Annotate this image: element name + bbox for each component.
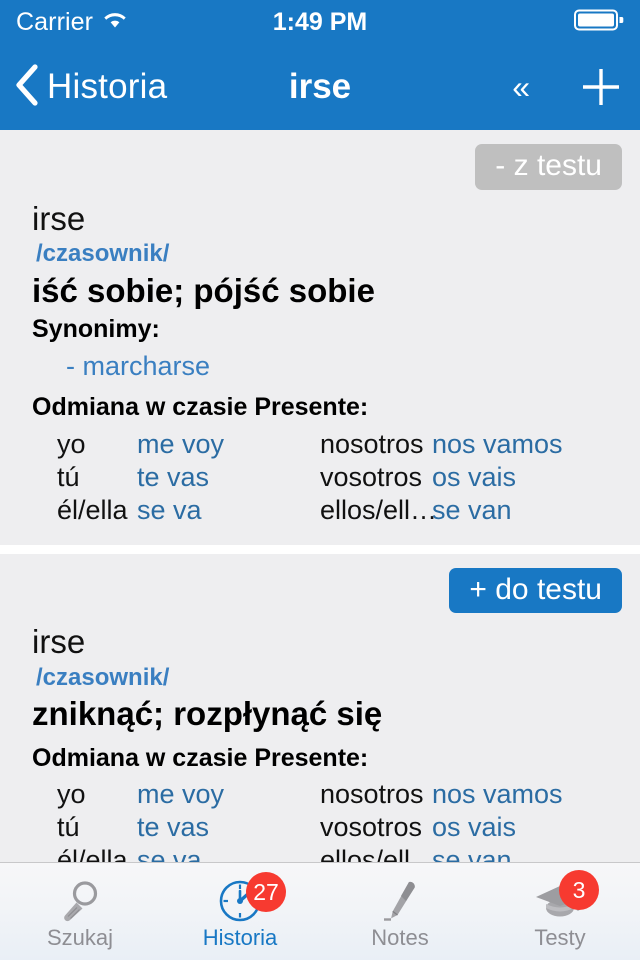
back-button-label: Historia xyxy=(47,67,168,106)
entry-definition: iść sobie; pójść sobie xyxy=(32,271,375,309)
conjugation-heading: Odmiana w czasie Presente: xyxy=(32,393,369,422)
pronoun-label: yo xyxy=(57,428,86,459)
conjugation-cell: él/ella se va xyxy=(32,844,320,862)
conjugated-verb: os vais xyxy=(432,461,517,492)
tab-bar: Szukaj 27 Historia Notes 3 Testy xyxy=(0,862,640,960)
pen-icon xyxy=(376,878,424,924)
conjugated-verb: te vas xyxy=(137,812,210,843)
conjugation-table: yo me voy nosotros nos vamos tú te vas v… xyxy=(32,778,640,862)
pronoun-label: él/ella xyxy=(57,845,128,862)
conjugation-cell: nosotros nos vamos xyxy=(320,428,563,461)
conjugated-verb: me voy xyxy=(137,428,225,459)
tab-badge: 3 xyxy=(559,870,599,910)
conjugated-verb: te vas xyxy=(137,461,210,492)
entry-part-of-speech: /czasownik/ xyxy=(36,664,170,692)
pronoun-label: nosotros xyxy=(320,779,424,810)
navigation-bar: Historia irse « xyxy=(0,44,640,130)
pronoun-label: ellos/ell… xyxy=(320,845,438,862)
add-to-test-button[interactable]: + do testu xyxy=(449,567,622,614)
conjugated-verb: se van xyxy=(432,845,512,862)
entry-card[interactable]: - z testu irse /czasownik/ iść sobie; pó… xyxy=(0,130,640,545)
tab-szukaj[interactable]: Szukaj xyxy=(0,863,160,960)
pronoun-label: ellos/ell… xyxy=(320,494,438,525)
carrier-label: Carrier xyxy=(16,7,94,36)
conjugated-verb: me voy xyxy=(137,779,225,810)
tab-notes[interactable]: Notes xyxy=(320,863,480,960)
status-bar: Carrier 1:49 PM xyxy=(0,0,640,44)
conjugated-verb: se van xyxy=(432,494,512,525)
entry-term: irse xyxy=(32,199,86,237)
conjugated-verb: nos vamos xyxy=(432,428,563,459)
navigation-bar-actions: « xyxy=(506,64,624,110)
conjugated-verb: se va xyxy=(137,845,202,862)
synonym-item[interactable]: - marcharse xyxy=(32,349,640,384)
chevron-left-icon xyxy=(14,62,40,113)
synonyms-heading: Synonimy: xyxy=(32,314,160,343)
conjugation-cell: nosotros nos vamos xyxy=(320,778,563,811)
pronoun-label: tú xyxy=(57,812,80,843)
tab-label: Notes xyxy=(371,925,429,950)
entry-card[interactable]: + do testu irse /czasownik/ zniknąć; roz… xyxy=(0,553,640,862)
pronoun-label: vosotros xyxy=(320,461,423,492)
conjugation-cell: tú te vas xyxy=(32,461,320,494)
conjugation-cell: vosotros os vais xyxy=(320,461,516,494)
double-chevron-left-icon[interactable]: « xyxy=(506,67,536,107)
remove-from-test-button[interactable]: - z testu xyxy=(475,144,622,190)
conjugation-row: yo me voy nosotros nos vamos xyxy=(32,428,640,461)
wifi-icon xyxy=(102,10,128,35)
conjugation-cell: ellos/ell… se van xyxy=(320,494,512,527)
pronoun-label: nosotros xyxy=(320,428,424,459)
pronoun-label: yo xyxy=(57,779,86,810)
conjugation-cell: yo me voy xyxy=(32,778,320,811)
conjugated-verb: os vais xyxy=(432,812,517,843)
tab-label: Testy xyxy=(534,925,586,950)
entry-tag-row: - z testu xyxy=(0,144,640,194)
conjugation-row: tú te vas vosotros os vais xyxy=(32,811,640,844)
conjugation-cell: vosotros os vais xyxy=(320,811,516,844)
entry-tag-row: + do testu xyxy=(0,567,640,618)
conjugation-heading: Odmiana w czasie Presente: xyxy=(32,743,369,772)
conjugation-cell: tú te vas xyxy=(32,811,320,844)
clock-icon: 27 xyxy=(216,872,286,924)
status-bar-right xyxy=(574,8,624,37)
entry-body: irse /czasownik/ iść sobie; pójść sobie … xyxy=(0,194,640,527)
conjugated-verb: nos vamos xyxy=(432,779,563,810)
conjugation-row: él/ella se va ellos/ell… se van xyxy=(32,844,640,862)
tab-badge: 27 xyxy=(246,872,286,912)
conjugation-row: yo me voy nosotros nos vamos xyxy=(32,778,640,811)
pronoun-label: vosotros xyxy=(320,812,423,843)
status-bar-left: Carrier xyxy=(16,8,128,37)
tab-label: Historia xyxy=(202,925,278,950)
conjugation-row: él/ella se va ellos/ell… se van xyxy=(32,494,640,527)
entry-body: irse /czasownik/ zniknąć; rozpłynąć się … xyxy=(0,617,640,862)
back-button[interactable]: Historia xyxy=(14,62,167,113)
conjugation-cell: ellos/ell… se van xyxy=(320,844,512,862)
entry-definition: zniknąć; rozpłynąć się xyxy=(32,695,383,733)
conjugation-table: yo me voy nosotros nos vamos tú te vas v… xyxy=(32,428,640,527)
conjugation-cell: yo me voy xyxy=(32,428,320,461)
tab-label: Szukaj xyxy=(46,925,114,950)
tab-historia[interactable]: 27 Historia xyxy=(160,863,320,960)
pronoun-label: él/ella xyxy=(57,494,128,525)
entry-list[interactable]: - z testu irse /czasownik/ iść sobie; pó… xyxy=(0,130,640,862)
graduation-cap-icon: 3 xyxy=(533,870,599,924)
pronoun-label: tú xyxy=(57,461,80,492)
entry-part-of-speech: /czasownik/ xyxy=(36,240,170,268)
plus-icon[interactable] xyxy=(578,64,624,110)
entry-term: irse xyxy=(32,623,86,661)
tab-testy[interactable]: 3 Testy xyxy=(480,863,640,960)
conjugation-row: tú te vas vosotros os vais xyxy=(32,461,640,494)
conjugation-cell: él/ella se va xyxy=(32,494,320,527)
conjugated-verb: se va xyxy=(137,494,202,525)
card-separator xyxy=(0,544,640,554)
battery-icon xyxy=(574,8,624,37)
magnifier-icon xyxy=(56,878,104,924)
